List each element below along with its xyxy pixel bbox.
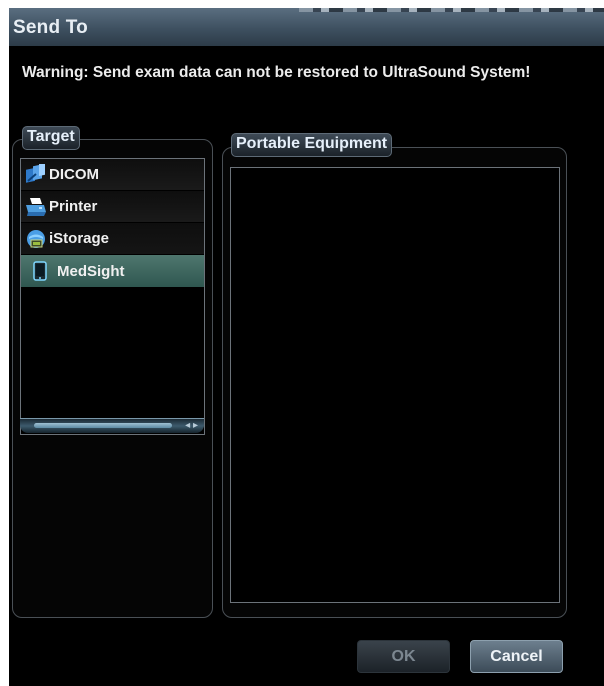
target-list-scrollbar[interactable]: ◂ ▸ [20, 418, 204, 433]
portable-group-label: Portable Equipment [231, 133, 393, 157]
target-item-printer[interactable]: Printer [21, 191, 204, 222]
ok-button[interactable]: OK [357, 640, 450, 673]
scroll-arrows-icon[interactable]: ◂ ▸ [185, 419, 198, 433]
target-item-label: DICOM [49, 166, 99, 183]
target-list[interactable]: DICOM Printer iStorage MedSight [20, 158, 205, 435]
target-item-dicom[interactable]: DICOM [21, 159, 204, 190]
title-bar[interactable]: Send To [9, 8, 604, 46]
target-item-label: iStorage [49, 230, 110, 247]
target-item-label: Printer [49, 198, 98, 215]
scrollbar-thumb[interactable] [34, 423, 172, 428]
dicom-icon [25, 162, 47, 186]
dialog-title: Send To [13, 17, 88, 38]
target-item-istorage[interactable]: iStorage [21, 223, 204, 254]
portable-equipment-list[interactable] [230, 167, 560, 603]
target-item-medsight[interactable]: MedSight [21, 255, 204, 287]
target-group-label: Target [22, 126, 80, 150]
send-to-dialog: Send To Warning: Send exam data can not … [9, 8, 604, 686]
title-strip [299, 8, 604, 12]
warning-message: Warning: Send exam data can not be resto… [22, 64, 531, 81]
printer-icon [25, 196, 47, 218]
target-item-label: MedSight [57, 262, 125, 280]
tablet-icon [33, 261, 47, 281]
istorage-icon [25, 228, 47, 250]
cancel-button[interactable]: Cancel [470, 640, 563, 673]
